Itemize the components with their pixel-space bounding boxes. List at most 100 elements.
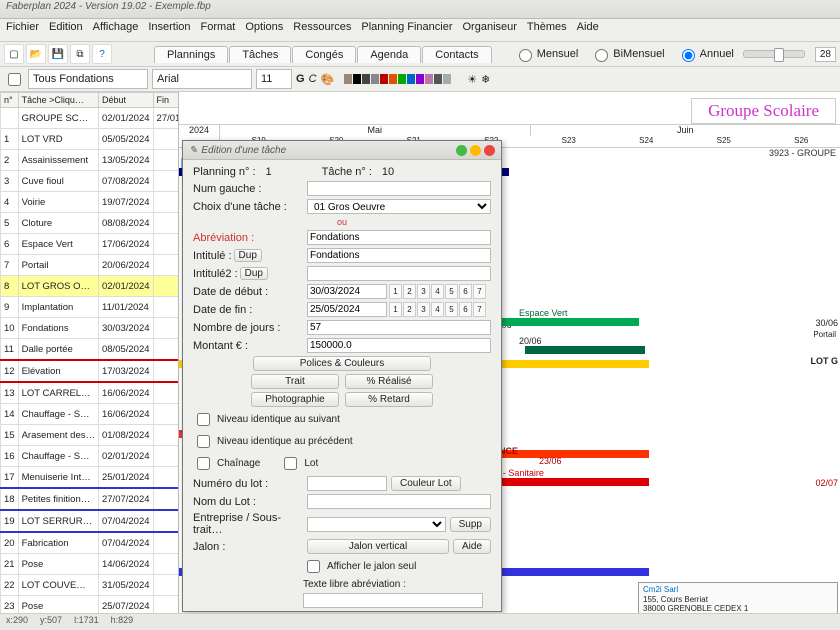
tab-agenda[interactable]: Agenda: [357, 46, 421, 63]
table-row[interactable]: 9Implantation11/01/2024: [1, 297, 180, 318]
date-debut-input[interactable]: [307, 284, 387, 299]
intitule2-input[interactable]: [307, 266, 491, 281]
combo-size[interactable]: 11: [256, 69, 292, 89]
realise-button[interactable]: % Réalisé: [345, 374, 433, 389]
bold-icon[interactable]: G: [296, 73, 305, 85]
table-row[interactable]: 16Chauffage - S…02/01/2024: [1, 446, 180, 467]
aide-button[interactable]: Aide: [453, 539, 491, 554]
menu-edition[interactable]: Edition: [49, 21, 83, 39]
max-icon[interactable]: [470, 145, 481, 156]
combo-font[interactable]: Arial: [152, 69, 252, 89]
label: Date de début :: [193, 286, 303, 298]
tab-taches[interactable]: Tâches: [229, 46, 291, 63]
table-row[interactable]: 17Menuiserie Int…25/01/2024: [1, 467, 180, 489]
table-row[interactable]: 4Voirie19/07/2024: [1, 192, 180, 213]
menu-financier[interactable]: Planning Financier: [361, 21, 452, 39]
menu-affichage[interactable]: Affichage: [93, 21, 139, 39]
label: Texte libre abréviation :: [303, 579, 491, 590]
txtlibre-input[interactable]: [303, 593, 483, 608]
menu-ressources[interactable]: Ressources: [293, 21, 351, 39]
table-row[interactable]: 18Petites finition…27/07/2024: [1, 488, 180, 510]
check-lot[interactable]: Lot: [280, 454, 318, 473]
menu-insertion[interactable]: Insertion: [148, 21, 190, 39]
zoom-slider[interactable]: [743, 50, 805, 58]
couleurlot-button[interactable]: Couleur Lot: [391, 476, 461, 491]
montant-input[interactable]: [307, 338, 491, 353]
supp-button[interactable]: Supp: [450, 517, 491, 532]
col-debut[interactable]: Début: [98, 93, 153, 108]
nomlot-input[interactable]: [307, 494, 491, 509]
table-row[interactable]: 7Portail20/06/2024: [1, 255, 180, 276]
col-fin[interactable]: Fin: [153, 93, 179, 108]
jours-input[interactable]: [307, 320, 491, 335]
open-icon[interactable]: 📂: [26, 44, 46, 64]
menu-bar: Fichier Edition Affichage Insertion Form…: [0, 19, 840, 42]
photo-button[interactable]: Photographie: [251, 392, 339, 407]
table-row[interactable]: 1LOT VRD05/05/2024: [1, 129, 180, 150]
new-icon[interactable]: ▢: [4, 44, 24, 64]
table-row[interactable]: 11Dalle portée08/05/2024: [1, 339, 180, 361]
date-fin-input[interactable]: [307, 302, 387, 317]
table-row[interactable]: 12Elévation17/03/2024: [1, 360, 180, 382]
radio-annuel[interactable]: Annuel: [677, 46, 734, 62]
abrev-input[interactable]: [307, 230, 491, 245]
table-row[interactable]: 14Chauffage - S…16/06/2024: [1, 404, 180, 425]
menu-fichier[interactable]: Fichier: [6, 21, 39, 39]
table-row[interactable]: 3Cuve fioul07/08/2024: [1, 171, 180, 192]
check-niv-precedent[interactable]: Niveau identique au précédent: [193, 432, 491, 451]
jalonv-button[interactable]: Jalon vertical: [307, 539, 449, 554]
radio-bimensuel[interactable]: BiMensuel: [590, 46, 664, 62]
table-row[interactable]: 15Arasement des…01/08/2024: [1, 425, 180, 446]
table-row[interactable]: GROUPE SC…02/01/202427/01/2025: [1, 108, 180, 129]
menu-themes[interactable]: Thèmes: [527, 21, 567, 39]
spin-value[interactable]: 28: [815, 47, 836, 62]
choix-tache-select[interactable]: 01 Gros Oeuvre: [307, 199, 491, 214]
col-n[interactable]: n°: [1, 93, 19, 108]
tab-contacts[interactable]: Contacts: [422, 46, 491, 63]
help-icon[interactable]: ?: [92, 44, 112, 64]
italic-icon[interactable]: C: [309, 73, 317, 85]
tab-plannings[interactable]: Plannings: [154, 46, 228, 63]
polices-button[interactable]: Polices & Couleurs: [253, 356, 431, 371]
save-icon[interactable]: 💾: [48, 44, 68, 64]
table-row[interactable]: 22LOT COUVE…31/05/2024: [1, 575, 180, 596]
check-afficher-jalon[interactable]: Afficher le jalon seul: [303, 557, 491, 576]
menu-aide[interactable]: Aide: [577, 21, 599, 39]
retard-button[interactable]: % Retard: [345, 392, 433, 407]
intitule-input[interactable]: [307, 248, 491, 263]
check-niv-suivant[interactable]: Niveau identique au suivant: [193, 410, 491, 429]
entreprise-select[interactable]: [307, 517, 446, 532]
close-icon[interactable]: [484, 145, 495, 156]
table-row[interactable]: 6Espace Vert17/06/2024: [1, 234, 180, 255]
radio-mensuel[interactable]: Mensuel: [514, 46, 579, 62]
table-row[interactable]: 5Cloture08/08/2024: [1, 213, 180, 234]
menu-organiseur[interactable]: Organiseur: [463, 21, 517, 39]
menu-format[interactable]: Format: [201, 21, 236, 39]
table-row[interactable]: 8LOT GROS O…02/01/2024: [1, 276, 180, 297]
menu-options[interactable]: Options: [245, 21, 283, 39]
tab-conges[interactable]: Congés: [292, 46, 356, 63]
dup2-button[interactable]: Dup: [240, 267, 268, 280]
table-row[interactable]: 10Fondations30/03/2024: [1, 318, 180, 339]
trait-button[interactable]: Trait: [251, 374, 339, 389]
sun-icon[interactable]: ☀: [467, 73, 477, 86]
combo-filter[interactable]: Tous Fondations: [28, 69, 148, 89]
dup-button[interactable]: Dup: [234, 249, 262, 262]
table-row[interactable]: 13LOT CARREL…16/06/2024: [1, 382, 180, 404]
check-tous[interactable]: [8, 73, 21, 86]
copy-icon[interactable]: ⧉: [70, 44, 90, 64]
numlot-input[interactable]: [307, 476, 387, 491]
table-row[interactable]: 19LOT SERRUR…07/04/2024: [1, 510, 180, 532]
palette-icon[interactable]: 🎨: [321, 73, 335, 86]
table-row[interactable]: 20Fabrication07/04/2024: [1, 532, 180, 554]
check-chainage[interactable]: Chaînage: [193, 454, 260, 473]
snow-icon[interactable]: ❄: [481, 73, 490, 86]
table-row[interactable]: 2Assainissement13/05/2024: [1, 150, 180, 171]
table-row[interactable]: 21Pose14/06/2024: [1, 554, 180, 575]
color-palette[interactable]: [344, 74, 451, 84]
days-debut[interactable]: 1234567: [389, 284, 486, 299]
col-tache[interactable]: Tâche >Cliqu…: [18, 93, 98, 108]
days-fin[interactable]: 1234567: [389, 302, 486, 317]
num-gauche-input[interactable]: [307, 181, 491, 196]
min-icon[interactable]: [456, 145, 467, 156]
